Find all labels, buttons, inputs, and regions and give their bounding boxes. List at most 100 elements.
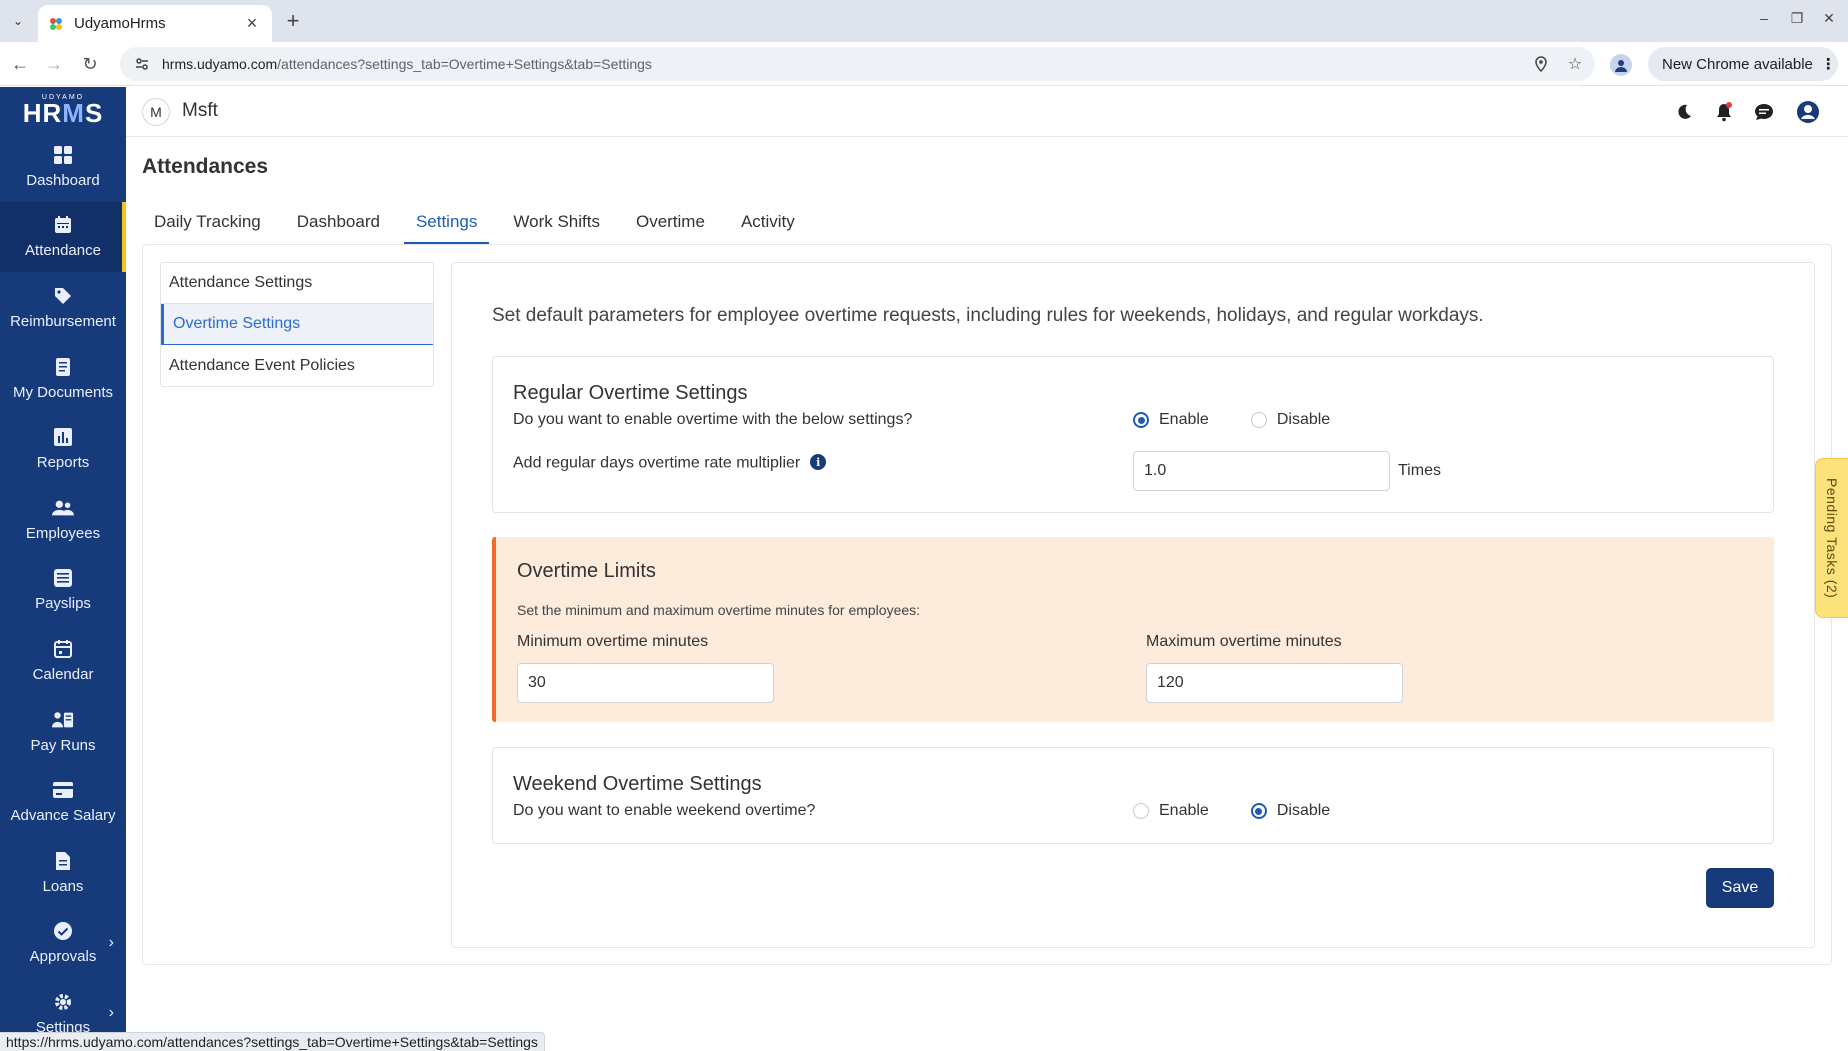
sidebar-item-pay-runs[interactable]: Pay Runs [0,696,126,767]
regular-overtime-title: Regular Overtime Settings [513,382,748,404]
restore-icon[interactable]: ❐ [1786,10,1808,27]
regular-overtime-enable-radio[interactable] [1133,412,1149,428]
weekend-overtime-disable-label[interactable]: Disable [1277,802,1330,820]
browser-tab-strip: ⌄ UdyamoHrms × + – ❐ ✕ [0,0,1848,42]
new-tab-icon[interactable]: + [280,8,306,34]
regular-overtime-question: Do you want to enable overtime with the … [513,411,913,428]
sidebar: UDYAMO HRMS Dashboard Attendance Reimbur… [0,87,126,1051]
subnav-attendance-settings[interactable]: Attendance Settings [161,263,433,304]
weekend-overtime-section: Weekend Overtime Settings Do you want to… [492,747,1774,844]
min-overtime-input[interactable] [517,663,774,703]
more-menu-icon: ⋮ [1820,56,1836,73]
sidebar-item-advance-salary[interactable]: Advance Salary [0,766,126,837]
tab-activity[interactable]: Activity [729,200,807,244]
udyamo-favicon-icon [48,16,64,32]
org-avatar[interactable]: M [142,98,170,126]
profile-icon[interactable] [1610,54,1632,76]
users-icon [52,497,74,519]
chat-icon[interactable] [1752,100,1776,124]
site-info-icon[interactable] [132,54,152,74]
check-circle-icon [52,920,74,942]
weekend-overtime-disable-radio[interactable] [1250,803,1267,819]
bookmark-star-icon[interactable]: ☆ [1561,50,1589,78]
weekend-overtime-question: Do you want to enable weekend overtime? [513,802,816,819]
pay-runs-icon [52,709,74,731]
bar-chart-icon [52,426,74,448]
times-label: Times [1398,462,1441,479]
chevron-right-icon[interactable]: › [109,1004,114,1022]
chevron-right-icon[interactable]: › [109,934,114,952]
save-button[interactable]: Save [1706,868,1774,908]
tab-dashboard[interactable]: Dashboard [285,200,392,244]
loan-document-icon [52,850,74,872]
dark-mode-moon-icon[interactable] [1672,100,1696,124]
sidebar-item-dashboard[interactable]: Dashboard [0,131,126,202]
tag-icon [52,285,74,307]
gear-icon [52,991,74,1013]
url-text: hrms.udyamo.com/attendances?settings_tab… [162,56,652,72]
weekend-overtime-enable-radio[interactable] [1133,803,1149,819]
page-title: Attendances [142,155,269,178]
sidebar-item-reports[interactable]: Reports [0,413,126,484]
back-icon[interactable]: ← [8,52,32,76]
tab-title: UdyamoHrms [74,15,166,32]
weekend-overtime-enable-label[interactable]: Enable [1159,802,1209,820]
tab-close-icon[interactable]: × [242,13,262,34]
info-icon[interactable]: i [810,454,827,470]
sidebar-item-attendance[interactable]: Attendance [0,201,126,273]
regular-overtime-radio-group: Enable Disable [1133,411,1372,429]
multiplier-label: Add regular days overtime rate multiplie… [513,454,827,473]
sidebar-item-payslips[interactable]: Payslips [0,555,126,626]
overtime-limits-title: Overtime Limits [517,560,656,582]
forward-icon[interactable]: → [42,52,66,76]
max-overtime-label: Maximum overtime minutes [1146,633,1342,650]
chrome-update-button[interactable]: New Chrome available ⋮ [1648,47,1838,81]
sidebar-item-reimbursement[interactable]: Reimbursement [0,272,126,343]
window-close-icon[interactable]: ✕ [1818,10,1840,27]
browser-tab[interactable]: UdyamoHrms × [38,5,272,42]
address-bar[interactable]: hrms.udyamo.com/attendances?settings_tab… [120,47,1595,81]
app-header: M Msft [126,87,1848,137]
regular-overtime-disable-label[interactable]: Disable [1277,411,1330,429]
subnav-overtime-settings[interactable]: Overtime Settings [161,304,433,345]
status-bar-url: https://hrms.udyamo.com/attendances?sett… [0,1032,545,1051]
udyamo-hrms-logo[interactable]: UDYAMO HRMS [0,87,126,131]
card-icon [52,779,74,801]
weekend-overtime-radio-group: Enable Disable [1133,802,1372,820]
notification-bell-icon[interactable] [1712,100,1736,124]
inbox-icon [52,567,74,589]
user-account-icon[interactable] [1796,100,1820,124]
weekend-overtime-title: Weekend Overtime Settings [513,773,762,795]
calendar-icon [52,214,74,236]
settings-subnav: Attendance Settings Overtime Settings At… [160,262,434,387]
sidebar-item-employees[interactable]: Employees [0,484,126,555]
max-overtime-input[interactable] [1146,663,1403,703]
org-name[interactable]: Msft [182,100,218,122]
tab-work-shifts[interactable]: Work Shifts [501,200,612,244]
regular-overtime-section: Regular Overtime Settings Do you want to… [492,356,1774,513]
sidebar-item-approvals[interactable]: Approvals › [0,908,126,979]
document-icon [52,356,74,378]
sidebar-item-calendar[interactable]: Calendar [0,625,126,696]
sidebar-item-my-documents[interactable]: My Documents [0,343,126,414]
min-overtime-label: Minimum overtime minutes [517,633,709,650]
overtime-intro-text: Set default parameters for employee over… [492,305,1484,326]
regular-overtime-disable-radio[interactable] [1250,412,1267,428]
regular-overtime-enable-label[interactable]: Enable [1159,411,1209,429]
location-pin-icon[interactable] [1527,50,1555,78]
dashboard-grid-icon [52,144,74,166]
tab-overtime[interactable]: Overtime [624,200,717,244]
attendance-tabs: Daily Tracking Dashboard Settings Work S… [142,200,819,244]
overtime-limits-description: Set the minimum and maximum overtime min… [517,602,921,618]
overtime-limits-section: Overtime Limits Set the minimum and maxi… [492,537,1774,722]
tab-settings[interactable]: Settings [403,200,490,244]
reload-icon[interactable]: ↻ [78,52,102,76]
sidebar-item-loans[interactable]: Loans [0,837,126,908]
minimize-icon[interactable]: – [1753,10,1775,26]
subnav-attendance-event-policies[interactable]: Attendance Event Policies [161,345,433,386]
pending-tasks-tab[interactable]: Pending Tasks (2) [1815,458,1848,618]
tab-daily-tracking[interactable]: Daily Tracking [142,200,273,244]
tab-search-dropdown-icon[interactable]: ⌄ [6,9,30,33]
calendar-outline-icon [52,638,74,660]
multiplier-input[interactable] [1133,451,1390,491]
